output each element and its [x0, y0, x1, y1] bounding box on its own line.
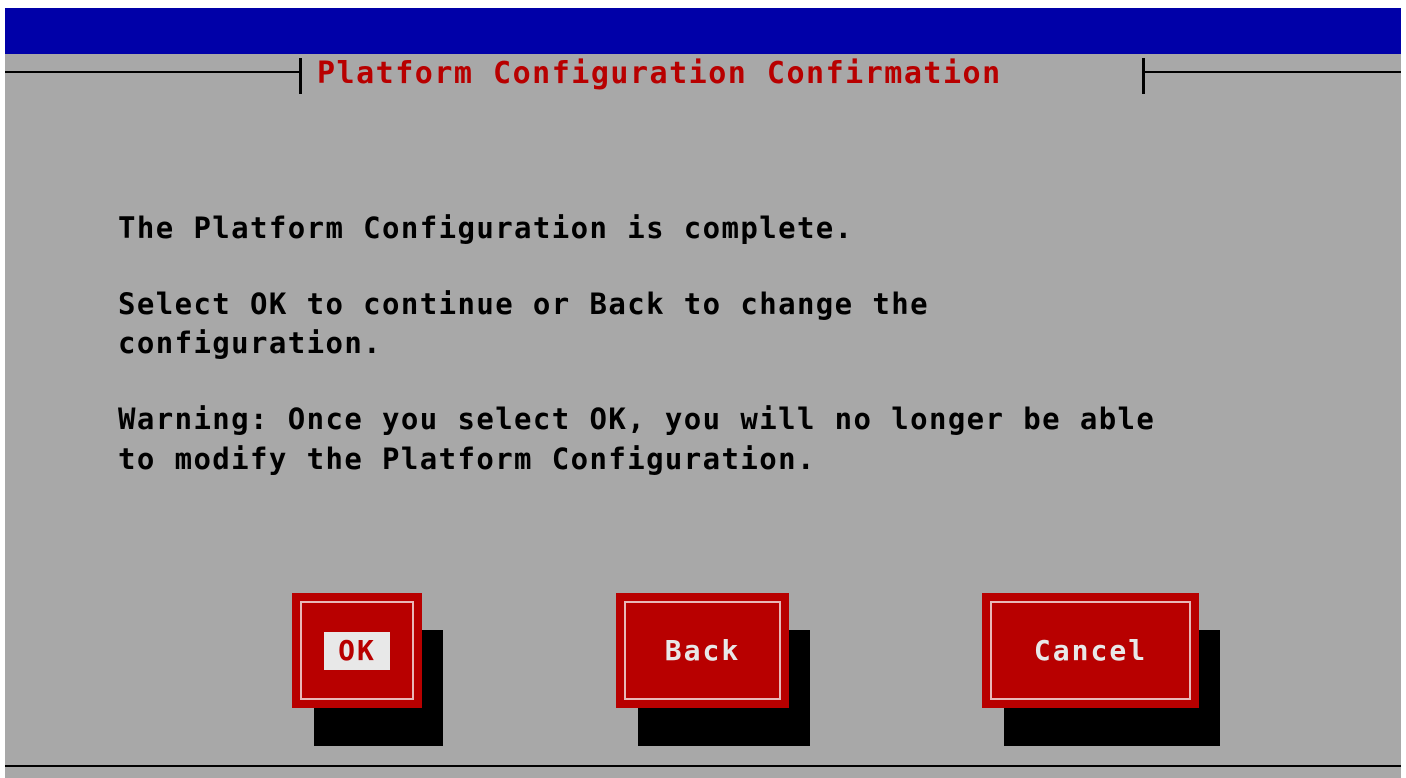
back-button-label: Back [664, 633, 741, 667]
message-warning-line2: to modify the Platform Configuration. [118, 442, 816, 476]
frame-tick-left [299, 58, 302, 94]
ok-button-frame: OK [300, 601, 414, 700]
frame-line-right [1142, 71, 1401, 73]
message-warning-line1: Warning: Once you select OK, you will no… [118, 402, 1156, 436]
message-instruction-line1: Select OK to continue or Back to change … [118, 287, 929, 321]
message-instruction-line2: configuration. [118, 326, 383, 360]
cancel-button-label: Cancel [1033, 633, 1148, 667]
ok-button[interactable]: OK [292, 593, 422, 708]
cancel-button-frame: Cancel [990, 601, 1191, 700]
frame-tick-right [1142, 58, 1145, 94]
top-status-bar [5, 8, 1401, 54]
cancel-button[interactable]: Cancel [982, 593, 1199, 708]
ok-button-label: OK [324, 631, 390, 670]
message-complete: The Platform Configuration is complete. [118, 211, 854, 245]
installer-screen: Platform Configuration Confirmation The … [5, 8, 1401, 778]
back-button-frame: Back [624, 601, 781, 700]
bottom-divider [5, 765, 1401, 767]
dialog-title: Platform Configuration Confirmation [317, 56, 1002, 91]
back-button[interactable]: Back [616, 593, 789, 708]
frame-line-left [5, 71, 301, 73]
